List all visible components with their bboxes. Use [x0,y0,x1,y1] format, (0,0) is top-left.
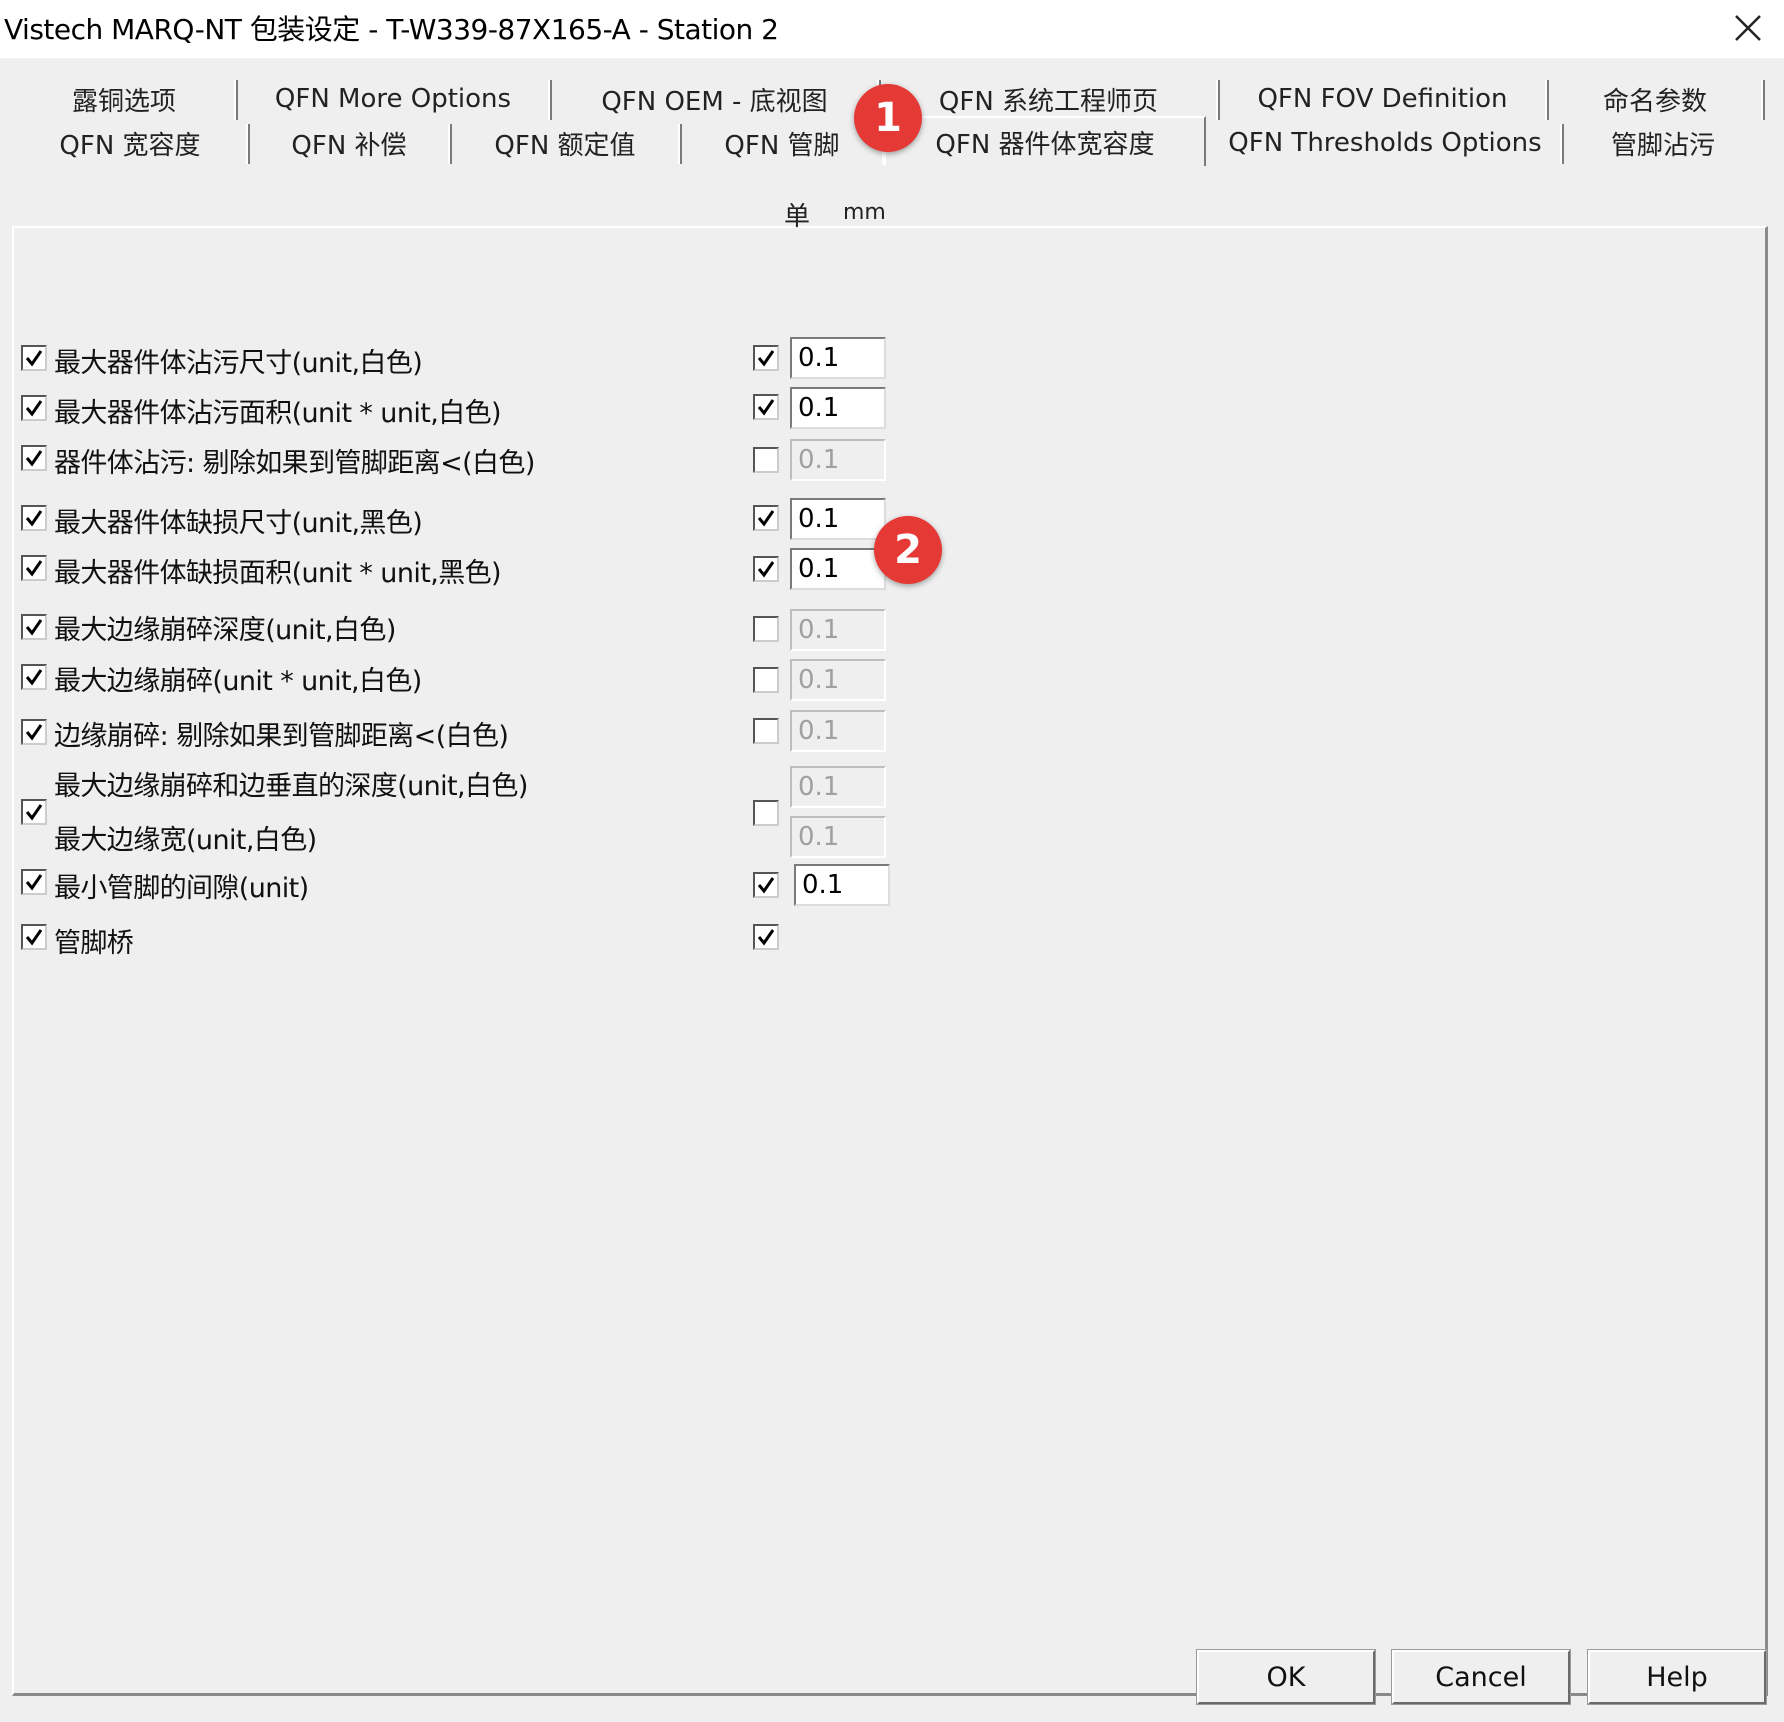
row-label: 最大器件体沾污尺寸(unit,白色) [54,348,423,379]
value-input[interactable]: 0.1 [794,864,890,906]
row-label: 最大边缘崩碎和边垂直的深度(unit,白色) [54,771,528,802]
tab-qfn-tolerance[interactable]: QFN 宽容度 [14,120,250,166]
value-input[interactable]: 0.1 [790,498,886,540]
row-label: 器件体沾污: 剔除如果到管脚距离<(白色) [54,448,535,479]
value-input[interactable]: 0.1 [790,548,886,590]
value-enable-checkbox[interactable] [753,556,779,582]
tab-label: QFN More Options [274,84,512,114]
unit-label: 单 [784,202,811,232]
tab-label: 露铜选项 [71,86,176,117]
row-enable-checkbox[interactable] [21,345,47,371]
row-enable-checkbox[interactable] [21,799,47,825]
value-input: 0.1 [790,439,886,481]
row-enable-checkbox[interactable] [21,445,47,471]
value-input[interactable]: 0.1 [790,387,886,429]
ok-button[interactable]: OK [1196,1649,1376,1705]
annotation-badge-2: 2 [874,516,942,584]
value-enable-checkbox[interactable] [753,616,779,642]
tab-label: 命名参数 [1602,86,1707,117]
value-input: 0.1 [790,766,886,808]
unit-value: mm [843,200,886,225]
tab-qfn-body-tolerance[interactable]: QFN 器件体宽容度 [884,116,1206,166]
title-bar: Vistech MARQ-NT 包装设定 - T-W339-87X165-A -… [0,0,1784,58]
value-input: 0.1 [790,659,886,701]
row-enable-checkbox[interactable] [21,869,47,895]
row-label: 最大器件体缺损尺寸(unit,黑色) [54,508,423,539]
tab-qfn-oem-bottom-view[interactable]: QFN OEM - 底视图 [552,76,881,122]
tab-exposed-copper[interactable]: 露铜选项 [14,76,238,122]
tab-qfn-nominal[interactable]: QFN 额定值 [452,120,682,166]
tab-label: QFN 补偿 [291,130,407,161]
tab-qfn-leads[interactable]: QFN 管脚 [682,120,886,166]
row-label: 最大器件体缺损面积(unit * unit,黑色) [54,558,502,589]
tab-label: QFN 管脚 [724,130,840,161]
tab-label: QFN 额定值 [494,130,636,161]
tab-label: QFN 宽容度 [59,130,201,161]
row-label: 边缘崩碎: 剔除如果到管脚距离<(白色) [54,721,509,752]
row-enable-checkbox[interactable] [21,395,47,421]
tab-qfn-more-options[interactable]: QFN More Options [238,76,552,122]
value-enable-checkbox[interactable] [753,924,779,950]
row-label: 最大边缘崩碎(unit * unit,白色) [54,666,422,697]
value-enable-checkbox[interactable] [753,505,779,531]
value-enable-checkbox[interactable] [753,447,779,473]
tab-label: QFN FOV Definition [1257,84,1508,114]
tab-label: QFN 器件体宽容度 [935,129,1155,160]
tab-label: 管脚沾污 [1610,130,1715,161]
row-enable-checkbox[interactable] [21,614,47,640]
value-enable-checkbox[interactable] [753,872,779,898]
tab-qfn-thresholds-options[interactable]: QFN Thresholds Options [1210,120,1564,166]
value-input-secondary: 0.1 [790,816,886,858]
tab-label: QFN Thresholds Options [1228,128,1542,158]
row-enable-checkbox[interactable] [21,505,47,531]
window-title: Vistech MARQ-NT 包装设定 - T-W339-87X165-A -… [4,13,779,46]
row-label: 最小管脚的间隙(unit) [54,873,309,904]
row-enable-checkbox[interactable] [21,924,47,950]
dialog-body: 露铜选项 QFN More Options QFN OEM - 底视图 QFN … [0,58,1784,1722]
value-enable-checkbox[interactable] [753,718,779,744]
row-enable-checkbox[interactable] [21,664,47,690]
help-button[interactable]: Help [1587,1649,1767,1705]
annotation-badge-1: 1 [854,84,922,152]
cancel-button[interactable]: Cancel [1391,1649,1571,1705]
tab-naming-parameters[interactable]: 命名参数 [1549,76,1765,122]
row-label: 最大器件体沾污面积(unit * unit,白色) [54,398,502,429]
row-label: 管脚桥 [54,928,134,959]
value-input: 0.1 [790,710,886,752]
tab-label: QFN OEM - 底视图 [601,86,828,117]
value-input[interactable]: 0.1 [790,337,886,379]
row-label-secondary: 最大边缘宽(unit,白色) [54,825,317,856]
value-enable-checkbox[interactable] [753,394,779,420]
row-enable-checkbox[interactable] [21,555,47,581]
close-icon[interactable] [1722,2,1774,54]
value-enable-checkbox[interactable] [753,345,779,371]
value-enable-checkbox[interactable] [753,800,779,826]
value-enable-checkbox[interactable] [753,667,779,693]
tab-qfn-fov-definition[interactable]: QFN FOV Definition [1220,76,1549,122]
row-label: 最大边缘崩碎深度(unit,白色) [54,615,396,646]
tab-label: QFN 系统工程师页 [938,86,1159,117]
value-input: 0.1 [790,609,886,651]
row-enable-checkbox[interactable] [21,719,47,745]
tab-qfn-compensation[interactable]: QFN 补偿 [250,120,452,166]
tab-lead-contamination[interactable]: 管脚沾污 [1564,120,1762,166]
